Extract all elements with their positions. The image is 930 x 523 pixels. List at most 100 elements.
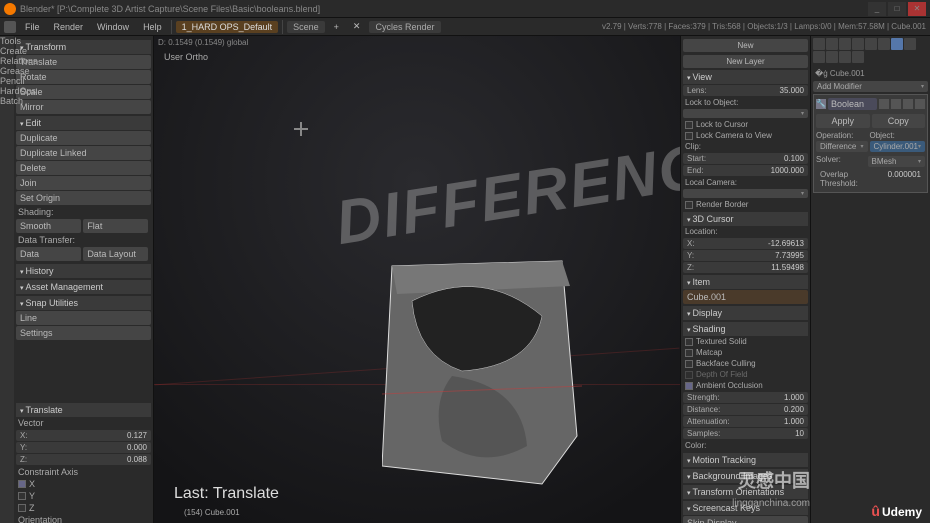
btn-duplicate[interactable]: Duplicate <box>16 131 151 145</box>
btn-snapsettings[interactable]: Settings <box>16 326 151 340</box>
chk-constraint-z[interactable]: Z <box>16 502 151 514</box>
panel-shading[interactable]: Shading <box>683 322 808 336</box>
field-ao-atten[interactable]: Attenuation:1.000 <box>683 416 808 427</box>
btn-gp-new[interactable]: New <box>683 39 808 52</box>
mod-move-up[interactable] <box>903 99 913 109</box>
dd-bool-object[interactable]: Cylinder.001 <box>870 141 926 152</box>
btn-smooth[interactable]: Smooth <box>16 219 81 233</box>
btn-line[interactable]: Line <box>16 311 151 325</box>
btn-mod-apply[interactable]: Apply <box>816 114 870 128</box>
field-ao-distance[interactable]: Distance:0.200 <box>683 404 808 415</box>
prop-tab-scene[interactable] <box>839 38 851 50</box>
modifier-name[interactable]: Boolean <box>828 98 877 110</box>
menu-window[interactable]: Window <box>92 21 134 33</box>
dd-solver[interactable]: BMesh <box>868 156 926 167</box>
field-overlap[interactable]: Overlap Threshold:0.000001 <box>816 169 925 189</box>
field-vec-z[interactable]: Z:0.088 <box>16 454 151 465</box>
field-ao-strength[interactable]: Strength:1.000 <box>683 392 808 403</box>
mod-delete[interactable] <box>915 99 925 109</box>
prop-tab-particles[interactable] <box>839 51 851 63</box>
panel-3dcursor[interactable]: 3D Cursor <box>683 212 808 226</box>
chk-matcap[interactable]: Matcap <box>683 347 808 358</box>
prop-tab-layers[interactable] <box>826 38 838 50</box>
field-cursor-z[interactable]: Z:11.59498 <box>683 262 808 273</box>
panel-item[interactable]: Item <box>683 275 808 289</box>
field-lens[interactable]: Lens:35.000 <box>683 85 808 96</box>
scene-remove[interactable]: ✕ <box>348 20 366 33</box>
chk-backface[interactable]: Backface Culling <box>683 358 808 369</box>
close-button[interactable]: ✕ <box>908 2 926 16</box>
field-ao-samples[interactable]: Samples:10 <box>683 428 808 439</box>
dd-addmodifier[interactable]: Add Modifier <box>813 81 928 92</box>
btn-newlayer[interactable]: New Layer <box>683 55 808 68</box>
tab-grease[interactable]: Grease Pencil <box>0 66 14 86</box>
3d-viewport[interactable]: D: 0.1549 (0.1549) global User Ortho DIF… <box>154 36 680 523</box>
menu-file[interactable]: File <box>20 21 45 33</box>
field-clipend[interactable]: End:1000.000 <box>683 165 808 176</box>
chk-lockcamera[interactable]: Lock Camera to View <box>683 130 808 141</box>
panel-view[interactable]: View <box>683 70 808 84</box>
dd-operation[interactable]: Difference <box>816 141 868 152</box>
chk-constraint-x[interactable]: X <box>16 478 151 490</box>
editor-type-icon[interactable] <box>4 21 16 33</box>
chk-texsolid[interactable]: Textured Solid <box>683 336 808 347</box>
prop-tab-render[interactable] <box>813 38 825 50</box>
btn-datalayout[interactable]: Data Layout <box>83 247 148 261</box>
btn-scale[interactable]: Scale <box>16 85 151 99</box>
menu-render[interactable]: Render <box>49 21 89 33</box>
chk-ao[interactable]: Ambient Occlusion <box>683 380 808 391</box>
btn-flat[interactable]: Flat <box>83 219 148 233</box>
scene-selector[interactable]: Scene <box>287 21 325 33</box>
btn-setorigin[interactable]: Set Origin <box>16 191 151 205</box>
panel-motion[interactable]: Motion Tracking <box>683 453 808 467</box>
prop-tab-physics[interactable] <box>852 51 864 63</box>
btn-skipdisplay[interactable]: Skip Display <box>683 516 808 523</box>
panel-display[interactable]: Display <box>683 306 808 320</box>
prop-tab-modifiers[interactable] <box>891 38 903 50</box>
panel-transform[interactable]: Transform <box>16 40 151 54</box>
btn-mod-copy[interactable]: Copy <box>872 114 926 128</box>
field-cursor-x[interactable]: X:-12.69613 <box>683 238 808 249</box>
menu-help[interactable]: Help <box>138 21 167 33</box>
panel-snap[interactable]: Snap Utilities <box>16 296 151 310</box>
maximize-button[interactable]: □ <box>888 2 906 16</box>
btn-mirror[interactable]: Mirror <box>16 100 151 114</box>
tab-relations[interactable]: Relations <box>0 56 14 66</box>
dd-localcam[interactable] <box>683 189 808 198</box>
panel-history[interactable]: History <box>16 264 151 278</box>
chk-dof[interactable]: Depth Of Field <box>683 369 808 380</box>
panel-edit[interactable]: Edit <box>16 116 151 130</box>
render-engine[interactable]: Cycles Render <box>369 21 440 33</box>
screen-layout[interactable]: 1_HARD OPS_Default <box>176 21 279 33</box>
mod-visible-viewport[interactable] <box>891 99 901 109</box>
field-itemname[interactable]: Cube.001 <box>683 290 808 304</box>
chk-constraint-y[interactable]: Y <box>16 490 151 502</box>
scene-add[interactable]: + <box>329 21 344 33</box>
prop-tab-world[interactable] <box>852 38 864 50</box>
btn-duplinked[interactable]: Duplicate Linked <box>16 146 151 160</box>
chk-renderborder[interactable]: Render Border <box>683 199 808 210</box>
prop-tab-constraints[interactable] <box>878 38 890 50</box>
panel-asset[interactable]: Asset Management <box>16 280 151 294</box>
prop-tab-object[interactable] <box>865 38 877 50</box>
mod-visible-render[interactable] <box>879 99 889 109</box>
prop-tab-texture[interactable] <box>826 51 838 63</box>
panel-op-translate[interactable]: Translate <box>16 403 151 417</box>
prop-tab-data[interactable] <box>904 38 916 50</box>
dd-lockobj[interactable] <box>683 109 808 118</box>
btn-rotate[interactable]: Rotate <box>16 70 151 84</box>
btn-join[interactable]: Join <box>16 176 151 190</box>
field-vec-x[interactable]: X:0.127 <box>16 430 151 441</box>
btn-delete[interactable]: Delete <box>16 161 151 175</box>
field-clipstart[interactable]: Start:0.100 <box>683 153 808 164</box>
tab-create[interactable]: Create <box>0 46 14 56</box>
field-vec-y[interactable]: Y:0.000 <box>16 442 151 453</box>
chk-lockcursor[interactable]: Lock to Cursor <box>683 119 808 130</box>
prop-tab-material[interactable] <box>813 51 825 63</box>
tab-batch[interactable]: Batch <box>0 96 14 106</box>
tab-tools[interactable]: Tools <box>0 36 14 46</box>
field-cursor-y[interactable]: Y:7.73995 <box>683 250 808 261</box>
btn-data[interactable]: Data <box>16 247 81 261</box>
tab-hardops[interactable]: HardOps <box>0 86 14 96</box>
minimize-button[interactable]: _ <box>868 2 886 16</box>
